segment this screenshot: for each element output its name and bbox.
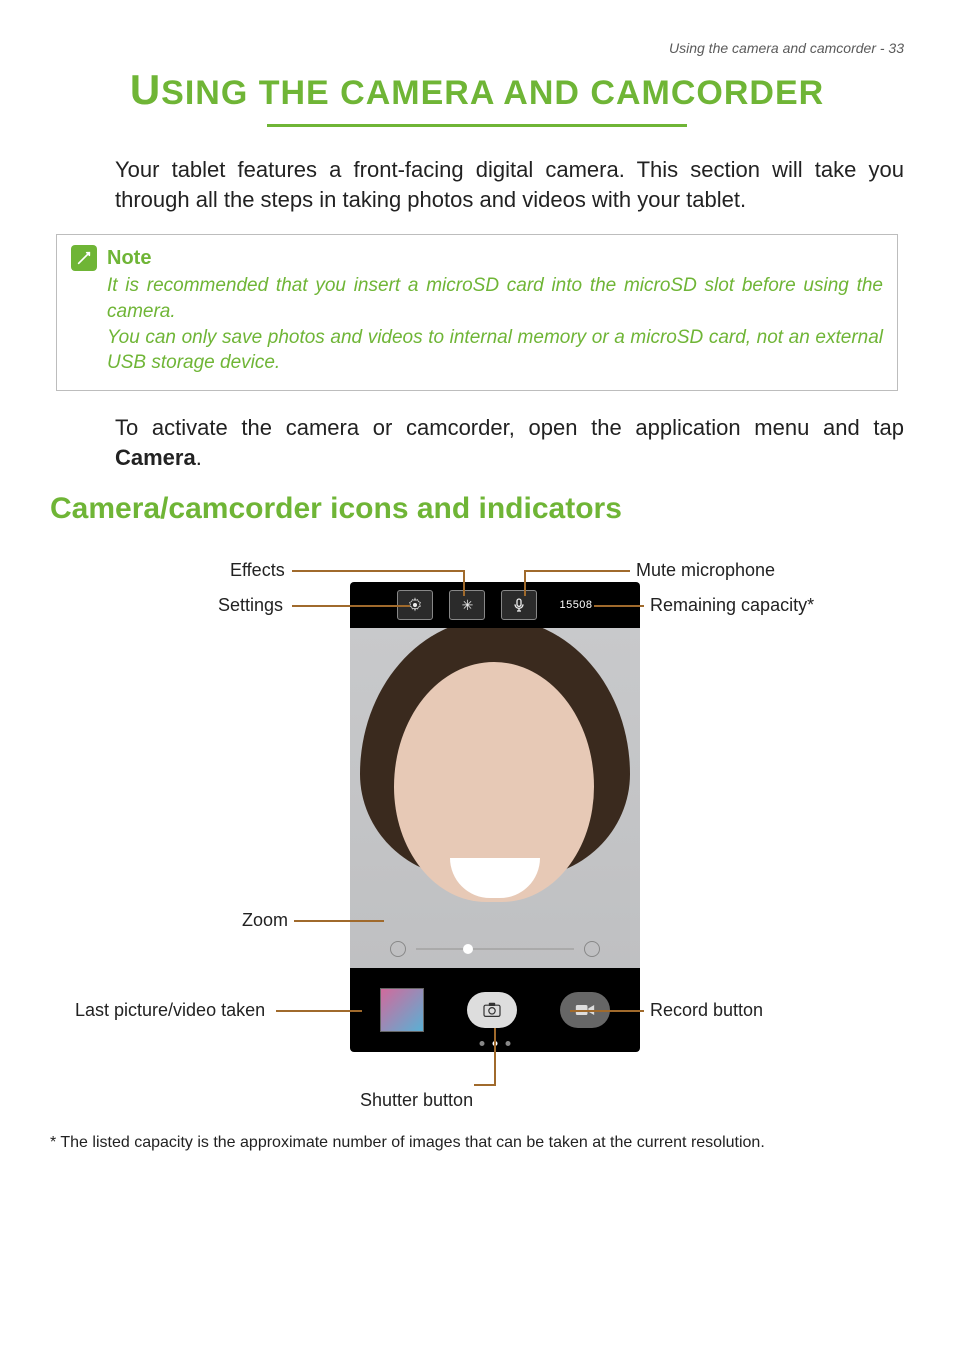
- line-mute: [524, 570, 630, 572]
- footnote: * The listed capacity is the approximate…: [50, 1134, 904, 1152]
- label-effects: Effects: [230, 560, 285, 581]
- effects-icon[interactable]: ✳: [449, 590, 485, 620]
- zoom-slider[interactable]: [390, 940, 600, 958]
- note-line2: You can only save photos and videos to i…: [107, 327, 883, 374]
- page-header: Using the camera and camcorder - 33: [50, 40, 904, 56]
- camera-diagram: ✳ 15508 Effects: [50, 550, 904, 1110]
- line-remaining: [594, 605, 644, 607]
- line-shutter-v: [494, 1028, 496, 1084]
- line-last: [276, 1010, 362, 1012]
- line-shutter-h: [474, 1084, 496, 1086]
- label-record: Record button: [650, 1000, 763, 1021]
- label-remaining: Remaining capacity*: [650, 595, 814, 616]
- label-last: Last picture/video taken: [75, 1000, 265, 1021]
- note-body: It is recommended that you insert a micr…: [107, 273, 883, 376]
- remaining-capacity-value: 15508: [559, 599, 592, 611]
- last-picture-thumbnail[interactable]: [380, 988, 424, 1032]
- activate-paragraph: To activate the camera or camcorder, ope…: [115, 413, 904, 472]
- intro-paragraph: Your tablet features a front-facing digi…: [115, 155, 904, 214]
- line-record: [570, 1010, 644, 1012]
- activate-post: .: [196, 445, 202, 470]
- phone-mockup: ✳ 15508: [350, 582, 640, 1052]
- section-heading: Camera/camcorder icons and indicators: [50, 492, 904, 526]
- zoom-out-icon[interactable]: [390, 941, 406, 957]
- viewfinder[interactable]: [350, 628, 640, 968]
- line-zoom: [294, 920, 384, 922]
- note-line1: It is recommended that you insert a micr…: [107, 275, 883, 322]
- title-divider: [267, 124, 687, 127]
- note-icon: [71, 245, 97, 271]
- label-shutter: Shutter button: [360, 1090, 473, 1111]
- note-title: Note: [107, 247, 151, 270]
- shutter-button[interactable]: [467, 992, 517, 1028]
- line-settings: [292, 605, 410, 607]
- label-mute: Mute microphone: [636, 560, 775, 581]
- mute-mic-icon[interactable]: [501, 590, 537, 620]
- zoom-thumb[interactable]: [463, 944, 473, 954]
- line-effects: [292, 570, 465, 572]
- line-effects-v: [463, 570, 465, 596]
- chapter-title: USING THE CAMERA AND CAMCORDER: [50, 66, 904, 114]
- note-box: Note It is recommended that you insert a…: [56, 234, 898, 391]
- line-mute-v: [524, 570, 526, 596]
- label-settings: Settings: [218, 595, 283, 616]
- chapter-title-text: SING THE CAMERA AND CAMCORDER: [161, 74, 824, 112]
- activate-pre: To activate the camera or camcorder, ope…: [115, 415, 904, 440]
- zoom-in-icon[interactable]: [584, 941, 600, 957]
- zoom-track[interactable]: [416, 948, 574, 950]
- activate-bold: Camera: [115, 445, 196, 470]
- label-zoom: Zoom: [242, 910, 288, 931]
